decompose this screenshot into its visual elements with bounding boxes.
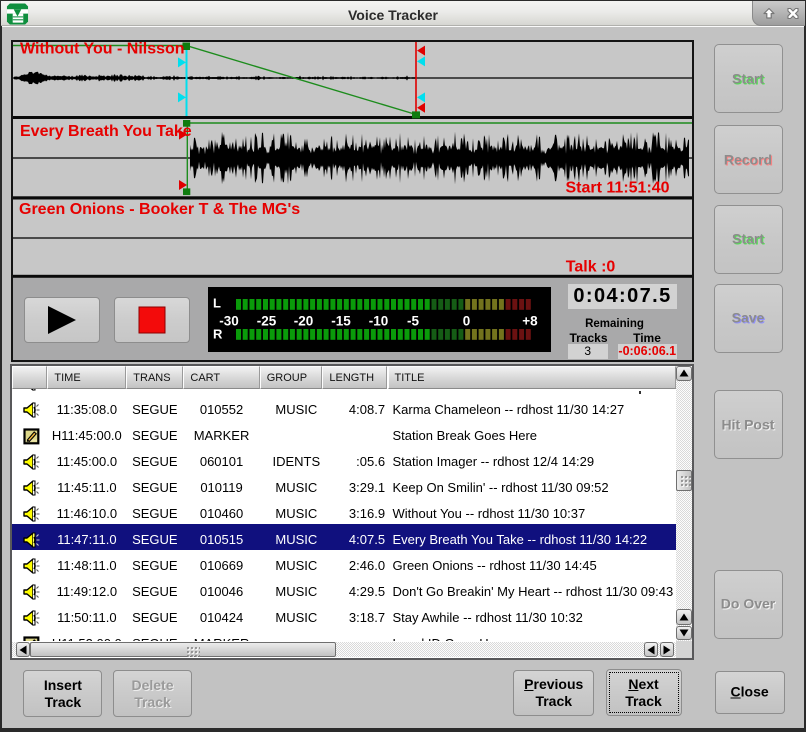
svg-text:-20: -20 bbox=[294, 313, 314, 328]
svg-text:Every Breath You Take: Every Breath You Take bbox=[20, 123, 192, 140]
svg-text:-10: -10 bbox=[369, 313, 389, 328]
svg-text:+8: +8 bbox=[522, 313, 538, 328]
svg-text:L: L bbox=[213, 295, 221, 310]
svg-text:0: 0 bbox=[463, 313, 471, 328]
svg-text:-5: -5 bbox=[407, 313, 419, 328]
svg-text:-30: -30 bbox=[219, 313, 239, 328]
svg-text:-15: -15 bbox=[331, 313, 351, 328]
svg-text:Talk :0: Talk :0 bbox=[566, 259, 616, 276]
svg-text:Without You - Nilsson: Without You - Nilsson bbox=[20, 42, 185, 58]
svg-text:Green Onions - Booker T & The: Green Onions - Booker T & The MG's bbox=[19, 201, 300, 218]
svg-text:-25: -25 bbox=[257, 313, 277, 328]
svg-text:Start 11:51:40: Start 11:51:40 bbox=[566, 180, 670, 197]
svg-text:R: R bbox=[213, 326, 223, 341]
